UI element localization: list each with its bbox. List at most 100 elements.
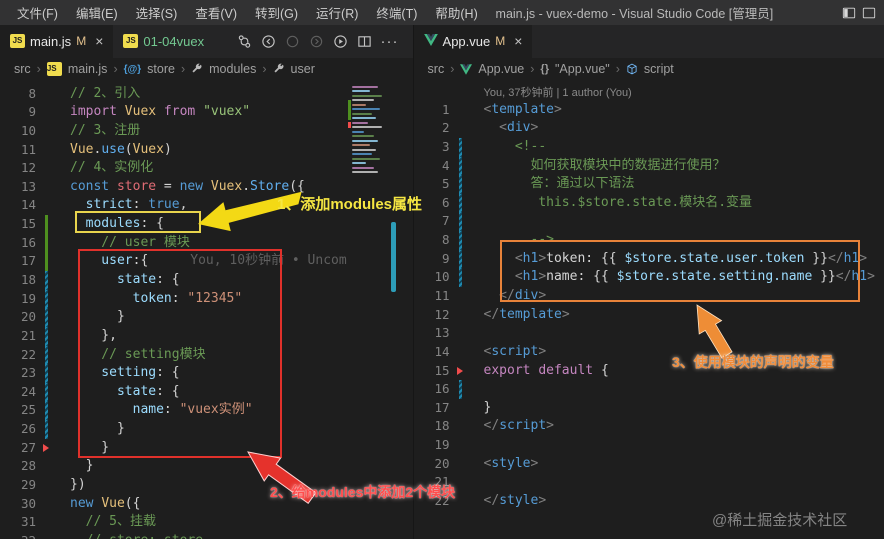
minimap-git-deleted-mark (348, 121, 351, 128)
editor-group-left: JS main.js M × JS 01-04vuex ··· src › JS… (0, 25, 413, 539)
right-breadcrumb: src › App.vue › {} "App.vue" › script (413, 57, 884, 81)
minimap-git-added-mark (348, 99, 351, 120)
code-line[interactable]: 4 如何获取模块中的数据进行使用？ (414, 156, 884, 176)
menu-view[interactable]: 查看(V) (186, 3, 246, 22)
code-line[interactable]: 24 state: { (0, 382, 413, 402)
code-line[interactable]: 28 } (0, 457, 413, 476)
tab-label: 01-04vuex (143, 33, 205, 49)
vue-file-icon (423, 33, 438, 49)
code-line[interactable]: 14 <script> (414, 343, 884, 362)
close-icon[interactable]: × (95, 33, 103, 49)
code-line[interactable]: 21 }, (0, 326, 413, 346)
code-line[interactable]: 17 user:{You, 10秒钟前 • Uncom (0, 252, 413, 271)
code-line[interactable]: 19 (414, 436, 884, 455)
chevron-right-icon: › (262, 62, 267, 77)
menu-selection[interactable]: 选择(S) (127, 3, 187, 22)
breadcrumb-src[interactable]: src (428, 62, 445, 76)
right-editor[interactable]: You, 37秒钟前 | 1 author (You) 1 <template> 2 … (413, 80, 884, 539)
modified-badge: M (495, 34, 506, 49)
chevron-right-icon: › (450, 62, 455, 77)
breadcrumb-app-vue-object[interactable]: "App.vue" (555, 62, 610, 76)
breadcrumb-src[interactable]: src (14, 62, 31, 76)
menu-help[interactable]: 帮助(H) (426, 3, 486, 22)
left-editor[interactable]: 8// 2、引入 9 import Vuex from "vuex" 10// 3、注… (0, 80, 413, 539)
navigate-forward-icon[interactable] (309, 34, 324, 49)
code-line[interactable]: 3 <!-- (414, 137, 884, 157)
close-icon[interactable]: × (514, 33, 522, 49)
code-line[interactable]: 13 const store = new Vuex.Store({ (0, 178, 413, 197)
menu-edit[interactable]: 编辑(E) (67, 3, 127, 22)
code-line[interactable]: 31 // 5、挂载 (0, 513, 413, 532)
more-actions-icon[interactable]: ··· (381, 33, 399, 50)
menu-file[interactable]: 文件(F) (8, 3, 67, 22)
code-line[interactable]: 32 // store: store (0, 532, 413, 539)
code-line[interactable]: 11 </div> (414, 287, 884, 306)
breadcrumb-store[interactable]: store (147, 62, 175, 76)
code-line[interactable]: 15 export default { (414, 362, 884, 381)
code-line[interactable]: 25 name: "vuex实例" (0, 401, 413, 420)
run-code-icon[interactable] (333, 34, 348, 49)
code-line[interactable]: 18 state: { (0, 270, 413, 290)
right-tab-bar: App.vue M × (413, 25, 884, 58)
chevron-right-icon: › (530, 62, 535, 77)
js-file-icon: JS (10, 34, 25, 49)
overview-ruler-modified-bar (391, 221, 396, 292)
code-line[interactable]: 9 <h1>token: {{ $store.state.user.token … (414, 249, 884, 269)
menu-run[interactable]: 运行(R) (307, 3, 367, 22)
code-line[interactable]: 30 new Vue({ (0, 495, 413, 514)
menu-bar: 文件(F) 编辑(E) 选择(S) 查看(V) 转到(G) 运行(R) 终端(T… (0, 3, 487, 22)
code-line[interactable]: 22 // setting模块 (0, 345, 413, 365)
tab-01-04vuex[interactable]: JS 01-04vuex (113, 25, 214, 58)
code-line[interactable]: 14 strict: true, (0, 196, 413, 215)
split-editor-icon[interactable] (357, 34, 372, 49)
menu-terminal[interactable]: 终端(T) (367, 3, 426, 22)
window-controls (842, 6, 884, 20)
code-line[interactable]: 2 <div> (414, 119, 884, 138)
open-changes-icon[interactable] (237, 34, 252, 49)
code-line[interactable]: 5 答：通过以下语法 (414, 175, 884, 194)
code-line[interactable]: 23 setting: { (0, 364, 413, 383)
code-line[interactable]: 20 } (0, 308, 413, 327)
code-line[interactable]: 29}) (0, 476, 413, 495)
tab-main-js[interactable]: JS main.js M × (0, 25, 114, 58)
code-line[interactable]: 18 </script> (414, 417, 884, 436)
code-line[interactable]: 6 this.$store.state.模块名.变量 (414, 193, 884, 213)
breadcrumb-script[interactable]: script (644, 62, 674, 76)
code-line[interactable]: 16 // user 模块 (0, 233, 413, 253)
chevron-right-icon: › (36, 62, 41, 77)
code-line[interactable]: 21 (414, 473, 884, 492)
code-line[interactable]: 15 modules: { (0, 215, 413, 234)
codelens-annotation[interactable]: You, 37秒钟前 | 1 author (You) (414, 85, 884, 101)
chevron-right-icon: › (615, 62, 620, 77)
code-line[interactable]: 12// 4、实例化 (0, 159, 413, 178)
code-line[interactable]: 7 (414, 212, 884, 231)
layout-sidebar-icon[interactable] (842, 6, 856, 20)
code-line[interactable]: 22 </style> (414, 492, 884, 511)
navigation-dot-icon[interactable] (285, 34, 300, 49)
minimap[interactable] (352, 85, 390, 176)
tab-app-vue[interactable]: App.vue M × (413, 25, 533, 58)
code-line[interactable]: 16 (414, 380, 884, 399)
chevron-right-icon: › (113, 62, 118, 77)
code-line[interactable]: 11 Vue.use(Vuex) (0, 141, 413, 160)
code-line[interactable]: 1 <template> (414, 101, 884, 120)
breadcrumb-app-vue[interactable]: App.vue (478, 62, 524, 76)
code-line[interactable]: 13 (414, 324, 884, 343)
code-line[interactable]: 20 <style> (414, 455, 884, 474)
editor-group-right: App.vue M × src › App.vue › {} "App.vue"… (412, 25, 884, 539)
breadcrumb-user[interactable]: user (291, 62, 315, 76)
code-line[interactable]: 26 } (0, 420, 413, 439)
menu-goto[interactable]: 转到(G) (246, 3, 307, 22)
code-line[interactable]: 10 <h1>name: {{ $store.state.setting.nam… (414, 268, 884, 287)
code-line[interactable]: 19 token: "12345" (0, 289, 413, 309)
breadcrumb-main-js[interactable]: main.js (68, 62, 108, 76)
code-line[interactable]: 27 } (0, 439, 413, 458)
code-line[interactable]: 12 </template> (414, 306, 884, 325)
navigate-back-icon[interactable] (261, 34, 276, 49)
code-line[interactable]: 17} (414, 399, 884, 418)
tab-label: main.js (30, 33, 72, 49)
breadcrumb-modules[interactable]: modules (209, 62, 256, 76)
layout-panel-icon[interactable] (862, 6, 876, 20)
namespace-icon: {@} (123, 63, 142, 75)
code-line[interactable]: 8 --> (414, 231, 884, 250)
